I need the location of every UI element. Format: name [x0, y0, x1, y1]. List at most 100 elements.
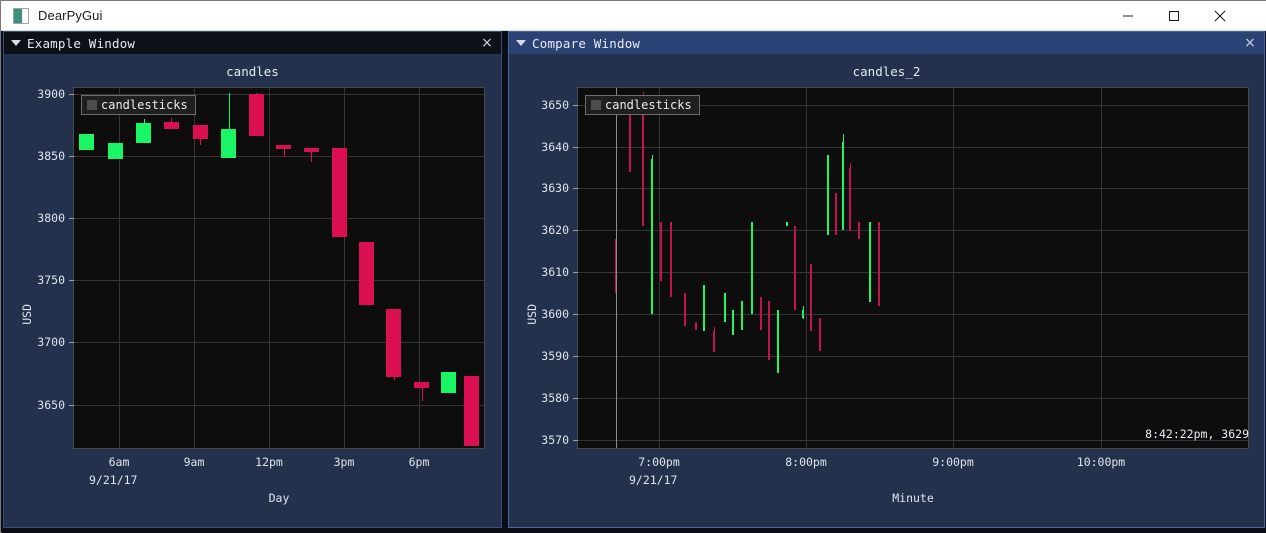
y-axis-tick-mark [573, 147, 578, 148]
candle-body [751, 222, 753, 314]
y-axis-tick-mark [573, 230, 578, 231]
gridline-horizontal [74, 405, 484, 406]
candle-body [878, 222, 880, 306]
candle-body [768, 301, 770, 360]
x-axis-tick-label: 12pm [255, 455, 283, 469]
maximize-button[interactable] [1151, 1, 1197, 30]
window-compare-close-icon[interactable]: × [1242, 35, 1258, 51]
gridline-horizontal [578, 272, 1248, 273]
y-axis-tick-mark [69, 218, 74, 219]
x-axis-label: Day [268, 491, 290, 505]
window-example-titlebar[interactable]: Example Window × [4, 32, 501, 54]
candle-body [802, 310, 804, 318]
candle-body [441, 372, 456, 393]
candle-body [332, 148, 347, 237]
gridline-vertical [194, 88, 195, 448]
x-axis-tick-label: 10:00pm [1076, 455, 1126, 469]
candle-body [869, 222, 871, 302]
gridline-vertical [344, 88, 345, 448]
candle-body [842, 142, 844, 230]
window-example-close-icon[interactable]: × [479, 35, 495, 51]
os-titlebar: DearPyGui [1, 1, 1266, 31]
gridline-horizontal [74, 218, 484, 219]
candle-body [724, 293, 726, 322]
x-axis-tick-label: 9am [183, 455, 205, 469]
triangle-down-icon[interactable] [11, 40, 21, 46]
gridline-horizontal [578, 314, 1248, 315]
y-axis-tick-mark [69, 280, 74, 281]
y-axis-tick-label: 3610 [541, 265, 569, 279]
y-axis-tick-label: 3630 [541, 181, 569, 195]
gridline-vertical [269, 88, 270, 448]
candle-body [660, 222, 662, 281]
plot-legend[interactable]: candlesticks [585, 95, 700, 115]
y-axis-tick-mark [69, 405, 74, 406]
candle-body [777, 310, 779, 373]
y-axis-tick-mark [573, 440, 578, 441]
candle-body [304, 148, 319, 152]
plot-hover-readout: 8:42:22pm, 3629 [1145, 427, 1249, 441]
gridline-vertical [419, 88, 420, 448]
plot-area[interactable] [73, 87, 485, 449]
x-axis-tick-label: 3pm [333, 455, 355, 469]
candle-body [221, 129, 236, 158]
plot-candles-2[interactable]: candles_2 3650 3640 3630 3620 3610 3600 3590 358… [517, 64, 1256, 514]
window-example-body: candles 3900 3850 3800 3750 3700 3650 6am 9am 12p… [4, 54, 501, 527]
crosshair-vertical [616, 88, 617, 448]
y-axis-tick-label: 3850 [37, 149, 65, 163]
plot-legend[interactable]: candlesticks [81, 95, 196, 115]
gridline-horizontal [578, 147, 1248, 148]
x-axis-tick-label: 6am [108, 455, 130, 469]
window-compare-title: Compare Window [532, 35, 641, 51]
y-axis-tick-label: 3570 [541, 433, 569, 447]
candle-body [249, 94, 264, 136]
candle-body [703, 285, 705, 331]
candle-body [819, 318, 821, 351]
window-compare-body: candles_2 3650 3640 3630 3620 3610 3600 3590 358… [509, 54, 1264, 527]
plot-title: candles_2 [852, 64, 921, 79]
candle-body [732, 310, 734, 335]
candle-body [794, 226, 796, 310]
minimize-button[interactable] [1105, 1, 1151, 30]
triangle-down-icon[interactable] [516, 40, 526, 46]
plot-candles[interactable]: candles 3900 3850 3800 3750 3700 3650 6am 9am 12p… [12, 64, 493, 514]
window-example-title: Example Window [27, 35, 136, 51]
candle-body [79, 134, 94, 150]
candle-body [741, 301, 743, 330]
y-axis-tick-mark [573, 356, 578, 357]
candle-body [414, 382, 429, 388]
gridline-horizontal [74, 342, 484, 343]
y-axis-tick-label: 3580 [541, 391, 569, 405]
gridline-vertical [953, 88, 954, 448]
candle-body [464, 376, 479, 446]
application-window: DearPyGui Example Window × candles 3900 38… [0, 0, 1266, 533]
window-compare-titlebar[interactable]: Compare Window × [509, 32, 1264, 54]
y-axis-tick-label: 3750 [37, 273, 65, 287]
gridline-horizontal [578, 188, 1248, 189]
candle-body [713, 331, 715, 352]
gridline-horizontal [578, 230, 1248, 231]
y-axis-label: USD [20, 304, 34, 325]
x-axis-tick-label: 6pm [408, 455, 430, 469]
gridline-vertical [119, 88, 120, 448]
candle-body [164, 122, 179, 129]
candle-body [858, 222, 860, 239]
gridline-horizontal [578, 356, 1248, 357]
plot-area[interactable] [577, 87, 1249, 449]
y-axis-tick-mark [69, 342, 74, 343]
x-axis-date-label: 9/21/17 [89, 473, 138, 487]
y-axis-tick-label: 3620 [541, 223, 569, 237]
legend-swatch-icon [591, 100, 601, 110]
window-compare[interactable]: Compare Window × candles_2 3650 3640 3630 36… [508, 31, 1265, 528]
x-axis-tick-label: 7:00pm [638, 455, 680, 469]
gridline-vertical [1101, 88, 1102, 448]
candle-body [684, 293, 686, 326]
window-example[interactable]: Example Window × candles 3900 3850 3800 3750… [3, 31, 502, 528]
y-axis-tick-mark [573, 105, 578, 106]
candle-body [695, 322, 697, 330]
y-axis-tick-label: 3700 [37, 335, 65, 349]
candle-body [810, 264, 812, 331]
candle-body [193, 125, 208, 139]
y-axis-tick-mark [573, 188, 578, 189]
close-button[interactable] [1197, 1, 1243, 30]
